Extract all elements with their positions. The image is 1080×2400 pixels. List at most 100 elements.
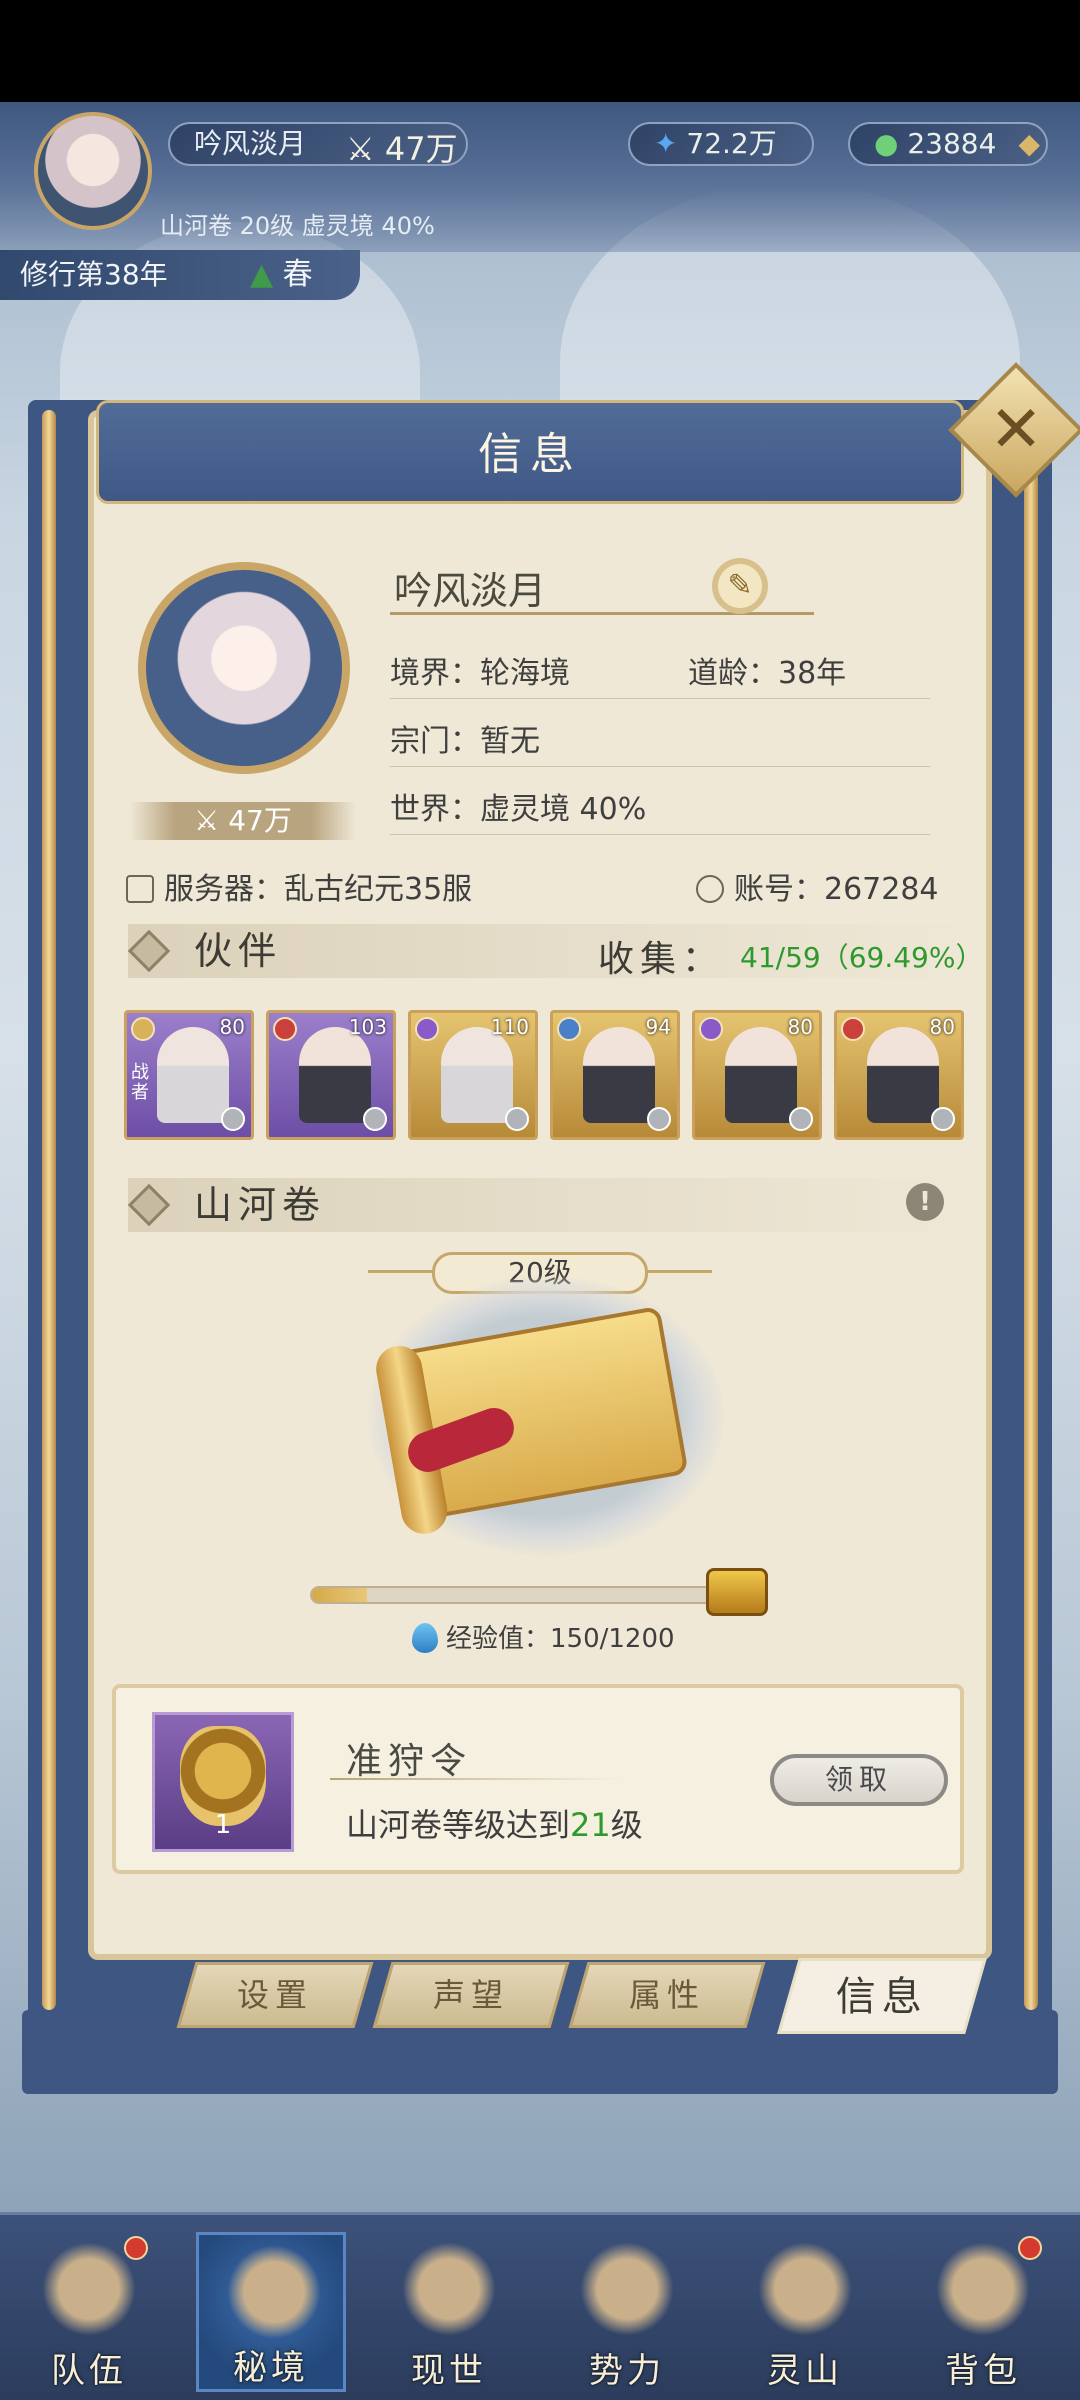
collect-value: 41/59（69.49%）: [740, 941, 984, 974]
element-icon: [841, 1017, 865, 1041]
reward-condition: 山河卷等级达到21级: [346, 1806, 643, 1844]
companion-level: 103: [348, 1015, 387, 1039]
info-icon[interactable]: !: [906, 1183, 944, 1221]
account-icon: [696, 875, 724, 903]
faction-icon: [580, 2242, 674, 2336]
scroll-rod-left: [42, 410, 56, 2010]
companion-card[interactable]: 80: [692, 1010, 822, 1140]
element-icon: [273, 1017, 297, 1041]
treasure-chest-icon[interactable]: [706, 1568, 768, 1616]
player-name: 吟风淡月: [194, 127, 307, 160]
world-row: 世界：虚灵境 40%: [390, 792, 647, 827]
companion-card[interactable]: 80 战者: [124, 1010, 254, 1140]
exp-label: 经验值：150/1200: [412, 1618, 675, 1655]
dao-age: 道龄：38年: [688, 656, 847, 691]
spirit-flame-icon: [412, 1623, 438, 1653]
spirit-mountain-icon: [758, 2242, 852, 2336]
lock-icon: [647, 1107, 671, 1131]
reward-name: 准狩令: [346, 1741, 473, 1782]
server-icon: [126, 875, 154, 903]
collect-label: 收集：: [598, 939, 725, 980]
tab-settings[interactable]: 设置: [176, 1962, 374, 2028]
divider: [390, 766, 930, 767]
notification-dot: [1018, 2236, 1042, 2260]
tab-info[interactable]: 信息: [777, 1958, 987, 2034]
nav-item[interactable]: 秘境: [196, 2232, 346, 2392]
scroll-header: 山河卷: [127, 1178, 978, 1232]
player-avatar[interactable]: [34, 112, 152, 230]
power-icon: ⚔: [194, 804, 229, 837]
spirit-stone-pill[interactable]: ✦ 72.2万: [628, 122, 814, 166]
exp-progress-fill: [312, 1588, 367, 1602]
companion-portrait: [157, 1027, 229, 1123]
coin-icon: ●: [874, 127, 899, 160]
element-icon: [415, 1017, 439, 1041]
lock-icon: [221, 1107, 245, 1131]
spirit-stone-value: 72.2万: [686, 127, 777, 160]
nav-item[interactable]: 势力: [552, 2232, 702, 2392]
companion-card[interactable]: 110: [408, 1010, 538, 1140]
world-scroll-icon: [402, 2242, 496, 2336]
scroll-rod-right: [1024, 410, 1038, 2010]
coin-value: 23884: [907, 127, 997, 160]
profile-avatar[interactable]: [138, 562, 350, 774]
diamond-icon: [127, 929, 171, 973]
rename-brush-icon[interactable]: ✎: [712, 558, 768, 614]
nav-label: 灵山: [767, 2351, 843, 2391]
companion-card[interactable]: 103: [266, 1010, 396, 1140]
nav-label: 队伍: [51, 2351, 127, 2391]
companion-level: 80: [929, 1015, 955, 1039]
bag-icon: [936, 2242, 1030, 2336]
account-info: 账号：267284: [696, 864, 939, 908]
claim-button[interactable]: 领取: [770, 1754, 948, 1806]
nav-item[interactable]: 灵山: [730, 2232, 880, 2392]
spirit-stone-icon: ✦: [654, 127, 678, 160]
nav-label: 秘境: [233, 2348, 309, 2388]
element-icon: [557, 1017, 581, 1041]
companion-level: 80: [787, 1015, 813, 1039]
close-icon: ✕: [989, 393, 1043, 467]
companion-level: 110: [490, 1015, 529, 1039]
companion-portrait: [583, 1027, 655, 1123]
nav-item[interactable]: 现世: [374, 2232, 524, 2392]
companion-level: 80: [219, 1015, 245, 1039]
notification-dot: [124, 2236, 148, 2260]
add-coin-icon[interactable]: ◆: [1018, 124, 1040, 164]
coin-pill[interactable]: ● 23884 ◆: [848, 122, 1048, 166]
lock-icon: [505, 1107, 529, 1131]
nav-item[interactable]: 队伍: [14, 2232, 164, 2392]
realm-summary: 山河卷 20级 虚灵境 40%: [160, 212, 435, 240]
divider: [390, 698, 930, 699]
companion-card[interactable]: 80: [834, 1010, 964, 1140]
companion-portrait: [299, 1027, 371, 1123]
lock-icon: [931, 1107, 955, 1131]
panel-title-band: 信息: [96, 400, 964, 504]
tab-reputation[interactable]: 声望: [372, 1962, 570, 2028]
nav-label: 现世: [411, 2351, 487, 2391]
divider: [390, 834, 930, 835]
companion-card[interactable]: 94: [550, 1010, 680, 1140]
lock-icon: [363, 1107, 387, 1131]
exp-progress-bar: [310, 1586, 750, 1604]
server-info: 服务器：乱古纪元35服: [126, 864, 472, 908]
element-icon: [699, 1017, 723, 1041]
nav-item[interactable]: 背包: [908, 2232, 1058, 2392]
tab-attributes[interactable]: 属性: [568, 1962, 766, 2028]
tree-icon: ▲: [250, 257, 274, 292]
nav-label: 背包: [945, 2351, 1021, 2391]
season-indicator: ▲ 春: [250, 257, 313, 292]
element-icon: [131, 1017, 155, 1041]
companion-portrait: [441, 1027, 513, 1123]
team-icon: [42, 2242, 136, 2336]
panel-title: 信息: [478, 429, 582, 480]
companion-role-tag: 战者: [131, 1062, 149, 1103]
diamond-icon: [127, 1183, 171, 1227]
power-value: ⚔ 47万: [346, 130, 458, 168]
sect-row: 宗门：暂无: [390, 724, 540, 759]
nav-label: 势力: [589, 2351, 665, 2391]
secret-realm-icon: [227, 2245, 321, 2339]
realm-row: 境界：轮海境: [390, 656, 570, 691]
name-underline: [390, 612, 814, 615]
companion-portrait: [725, 1027, 797, 1123]
power-badge: ⚔ 47万: [130, 802, 356, 840]
